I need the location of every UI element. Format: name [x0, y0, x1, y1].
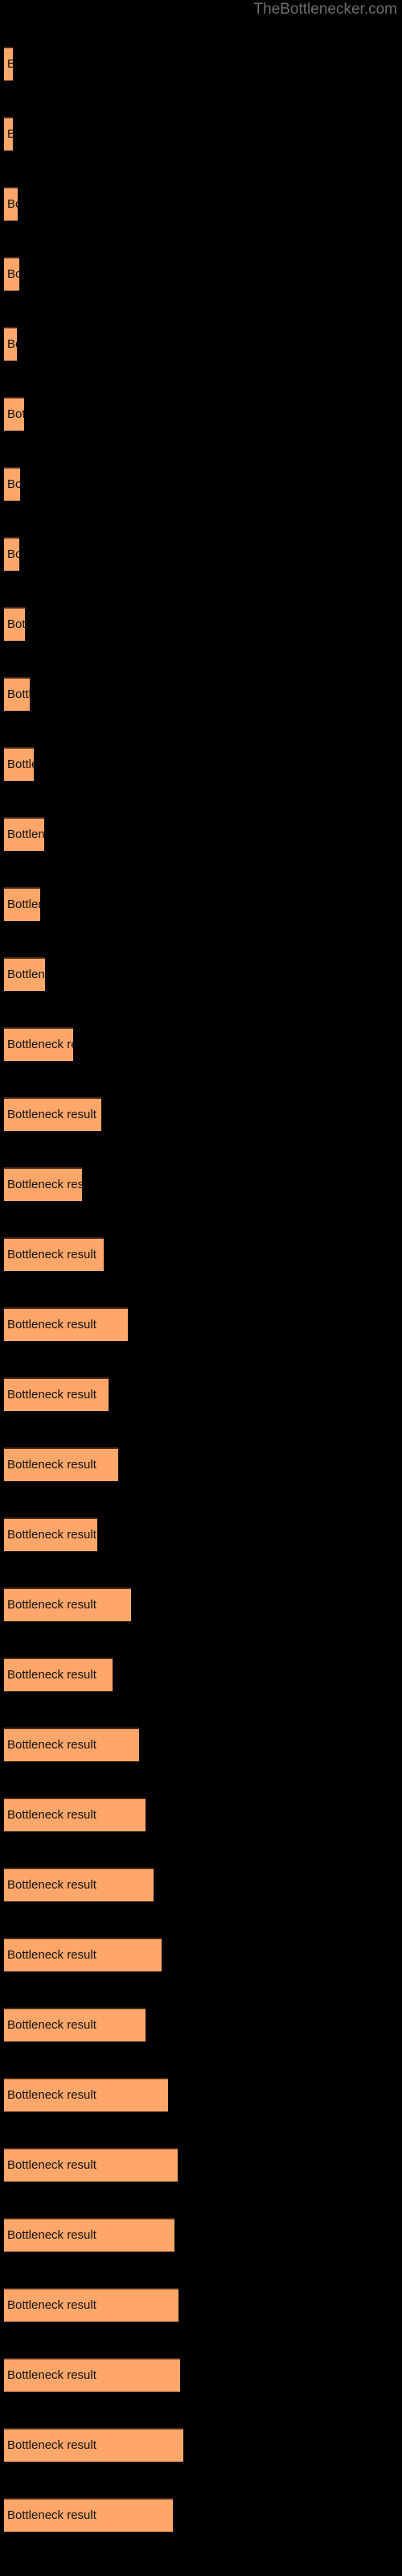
- bar[interactable]: Bottleneck result: [4, 1798, 146, 1831]
- bar-label: Bottleneck result: [7, 1038, 73, 1051]
- bar-label: Bottleneck result: [7, 1388, 96, 1402]
- bar[interactable]: Bottleneck result: [4, 2078, 168, 2112]
- bar[interactable]: Bottleneck result: [4, 117, 13, 151]
- bar-label: Bottleneck result: [7, 1318, 96, 1331]
- bar[interactable]: Bottleneck result: [4, 47, 13, 80]
- bar[interactable]: Bottleneck result: [4, 1307, 128, 1341]
- bar[interactable]: Bottleneck result: [4, 1447, 118, 1481]
- bar[interactable]: Bottleneck result: [4, 257, 19, 291]
- bar-label: Bottleneck result: [7, 1948, 96, 1962]
- bar[interactable]: Bottleneck result: [4, 1167, 82, 1201]
- bar[interactable]: Bottleneck result: [4, 537, 19, 571]
- bar-label: Bottleneck result: [7, 1528, 96, 1542]
- bar-label: Bottleneck result: [7, 2368, 96, 2382]
- bar[interactable]: Bottleneck result: [4, 2428, 183, 2462]
- bar[interactable]: Bottleneck result: [4, 957, 45, 991]
- bar[interactable]: Bottleneck result: [4, 2358, 180, 2392]
- bar-label: Bottleneck result: [7, 1738, 96, 1752]
- bar[interactable]: Bottleneck result: [4, 327, 17, 361]
- bar-label: Bottleneck result: [7, 2088, 96, 2102]
- bar-label: Bottleneck result: [7, 2508, 96, 2522]
- bar[interactable]: Bottleneck result: [4, 747, 34, 781]
- bar-label: Bottleneck result: [7, 1248, 96, 1261]
- bar[interactable]: Bottleneck result: [4, 187, 18, 221]
- bar[interactable]: Bottleneck result: [4, 1587, 131, 1621]
- bar[interactable]: Bottleneck result: [4, 1657, 113, 1691]
- bar[interactable]: Bottleneck result: [4, 1517, 97, 1551]
- bar-label: Bottleneck result: [7, 1178, 82, 1191]
- bar[interactable]: Bottleneck result: [4, 1868, 154, 1901]
- bar[interactable]: Bottleneck result: [4, 397, 24, 431]
- bar[interactable]: Bottleneck result: [4, 1237, 104, 1271]
- bar[interactable]: Bottleneck result: [4, 467, 20, 501]
- bar-label: Bottleneck result: [7, 2298, 96, 2312]
- bar-label: Bottleneck result: [7, 1108, 96, 1121]
- bar-label: Bottleneck result: [7, 547, 19, 561]
- bar[interactable]: Bottleneck result: [4, 2008, 146, 2041]
- bar-label: Bottleneck result: [7, 1668, 96, 1682]
- bar[interactable]: Bottleneck result: [4, 1027, 73, 1061]
- bar-label: Bottleneck result: [7, 1598, 96, 1612]
- bar-label: Bottleneck result: [7, 2158, 96, 2172]
- bar-label: Bottleneck result: [7, 2438, 96, 2452]
- bar-label: Bottleneck result: [7, 407, 24, 421]
- bar[interactable]: Bottleneck result: [4, 2498, 173, 2532]
- bar-label: Bottleneck result: [7, 477, 20, 491]
- bar-label: Bottleneck result: [7, 128, 13, 141]
- bottleneck-bar-chart: Bottleneck result Bottleneck result Bottle…: [0, 0, 402, 2576]
- bar[interactable]: Bottleneck result: [4, 2218, 174, 2252]
- bar-label: Bottleneck result: [7, 687, 30, 701]
- bar[interactable]: Bottleneck result: [4, 607, 25, 641]
- bar-label: Bottleneck result: [7, 197, 18, 211]
- bar[interactable]: Bottleneck result: [4, 1728, 139, 1761]
- bar[interactable]: Bottleneck result: [4, 1938, 162, 1971]
- bar[interactable]: Bottleneck result: [4, 2288, 178, 2322]
- bar[interactable]: Bottleneck result: [4, 1097, 101, 1131]
- bar-label: Bottleneck result: [7, 1878, 96, 1892]
- bar[interactable]: Bottleneck result: [4, 887, 40, 921]
- bar-label: Bottleneck result: [7, 828, 44, 841]
- bar[interactable]: Bottleneck result: [4, 2148, 178, 2182]
- bar-label: Bottleneck result: [7, 267, 19, 281]
- bar-label: Bottleneck result: [7, 968, 45, 981]
- bar-label: Bottleneck result: [7, 58, 13, 71]
- bar-label: Bottleneck result: [7, 337, 17, 351]
- bar[interactable]: Bottleneck result: [4, 1377, 109, 1411]
- bar-label: Bottleneck result: [7, 2228, 96, 2242]
- bar-label: Bottleneck result: [7, 1808, 96, 1822]
- bar-label: Bottleneck result: [7, 1458, 96, 1472]
- bar-label: Bottleneck result: [7, 898, 40, 911]
- bar[interactable]: Bottleneck result: [4, 817, 44, 851]
- bar-label: Bottleneck result: [7, 758, 34, 771]
- bar-label: Bottleneck result: [7, 617, 25, 631]
- bar-label: Bottleneck result: [7, 2018, 96, 2032]
- bar[interactable]: Bottleneck result: [4, 677, 30, 711]
